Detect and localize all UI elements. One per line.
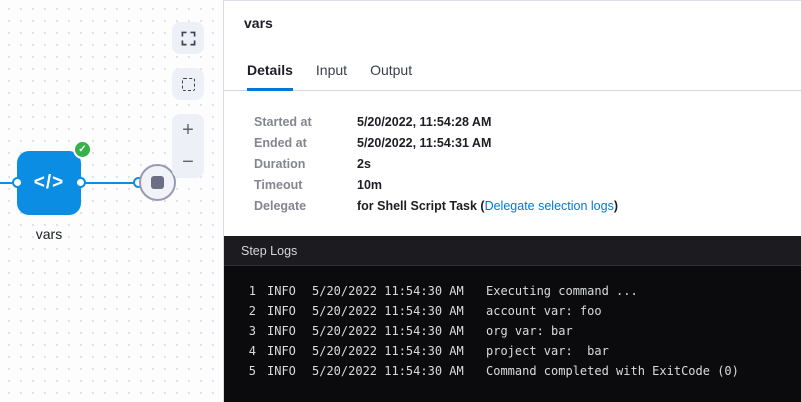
log-level: INFO [267, 341, 312, 361]
edge-outgoing [81, 182, 139, 184]
step-execution-view: </> ✓ vars + − vars [0, 0, 801, 402]
detail-value: 2s [357, 154, 371, 175]
stop-square-icon [151, 176, 164, 189]
log-line-number: 2 [224, 301, 256, 321]
marquee-select-icon [182, 78, 195, 91]
detail-row-timeout: Timeout 10m [254, 175, 801, 196]
tab-input[interactable]: Input [316, 62, 347, 91]
minus-icon: − [182, 152, 194, 172]
pipeline-canvas[interactable]: </> ✓ vars + − [0, 0, 224, 402]
step-details-panel: vars Details Input Output Started at 5/2… [224, 0, 801, 402]
step-node-vars[interactable]: </> [17, 151, 81, 215]
log-lines[interactable]: 1 INFO 5/20/2022 11:54:30 AM Executing c… [224, 266, 801, 381]
detail-label: Ended at [254, 133, 357, 154]
detail-value: 10m [357, 175, 382, 196]
log-level: INFO [267, 321, 312, 341]
log-message: project var: bar [486, 341, 609, 361]
node-label: vars [17, 226, 81, 242]
log-timestamp: 5/20/2022 11:54:30 AM [312, 301, 486, 321]
log-timestamp: 5/20/2022 11:54:30 AM [312, 281, 486, 301]
code-icon: </> [34, 172, 64, 194]
log-line: 2 INFO 5/20/2022 11:54:30 AM account var… [224, 301, 801, 321]
detail-row-started-at: Started at 5/20/2022, 11:54:28 AM [254, 112, 801, 133]
fullscreen-icon [181, 31, 196, 46]
pipeline-end-node[interactable] [139, 164, 176, 201]
log-line-number: 3 [224, 321, 256, 341]
tab-details[interactable]: Details [247, 62, 293, 91]
log-line: 4 INFO 5/20/2022 11:54:30 AM project var… [224, 341, 801, 361]
detail-value: 5/20/2022, 11:54:28 AM [357, 112, 491, 133]
log-timestamp: 5/20/2022 11:54:30 AM [312, 341, 486, 361]
detail-row-duration: Duration 2s [254, 154, 801, 175]
log-line: 5 INFO 5/20/2022 11:54:30 AM Command com… [224, 361, 801, 381]
plus-icon: + [182, 120, 194, 140]
detail-label: Duration [254, 154, 357, 175]
log-message: account var: foo [486, 301, 602, 321]
log-level: INFO [267, 301, 312, 321]
log-message: org var: bar [486, 321, 573, 341]
log-line-number: 5 [224, 361, 256, 381]
log-line-number: 4 [224, 341, 256, 361]
log-line: 1 INFO 5/20/2022 11:54:30 AM Executing c… [224, 281, 801, 301]
success-check-icon: ✓ [73, 140, 92, 159]
detail-value: 5/20/2022, 11:54:31 AM [357, 133, 491, 154]
log-line: 3 INFO 5/20/2022 11:54:30 AM org var: ba… [224, 321, 801, 341]
node-port-right[interactable] [75, 177, 86, 188]
detail-label: Timeout [254, 175, 357, 196]
log-timestamp: 5/20/2022 11:54:30 AM [312, 321, 486, 341]
tab-bar: Details Input Output [224, 62, 801, 91]
delegate-value-prefix: for Shell Script Task ( [357, 199, 485, 213]
detail-label: Started at [254, 112, 357, 133]
log-level: INFO [267, 281, 312, 301]
log-line-number: 1 [224, 281, 256, 301]
zoom-controls: + − [172, 114, 204, 178]
marquee-select-button[interactable] [172, 68, 204, 100]
zoom-out-button[interactable]: − [172, 146, 204, 178]
log-level: INFO [267, 361, 312, 381]
detail-row-delegate: Delegate for Shell Script Task (Delegate… [254, 196, 801, 217]
detail-value: for Shell Script Task (Delegate selectio… [357, 196, 618, 217]
node-port-left[interactable] [12, 177, 23, 188]
step-logs-console: Step Logs 1 INFO 5/20/2022 11:54:30 AM E… [224, 236, 801, 402]
detail-label: Delegate [254, 196, 357, 217]
delegate-selection-logs-link[interactable]: Delegate selection logs [485, 199, 614, 213]
log-message: Command completed with ExitCode (0) [486, 361, 739, 381]
detail-row-ended-at: Ended at 5/20/2022, 11:54:31 AM [254, 133, 801, 154]
page-title: vars [224, 1, 801, 35]
details-list: Started at 5/20/2022, 11:54:28 AM Ended … [224, 91, 801, 236]
tab-output[interactable]: Output [370, 62, 412, 91]
zoom-in-button[interactable]: + [172, 114, 204, 146]
log-message: Executing command ... [486, 281, 638, 301]
fullscreen-button[interactable] [172, 22, 204, 54]
step-logs-title: Step Logs [224, 236, 801, 266]
delegate-value-suffix: ) [614, 199, 618, 213]
log-timestamp: 5/20/2022 11:54:30 AM [312, 361, 486, 381]
